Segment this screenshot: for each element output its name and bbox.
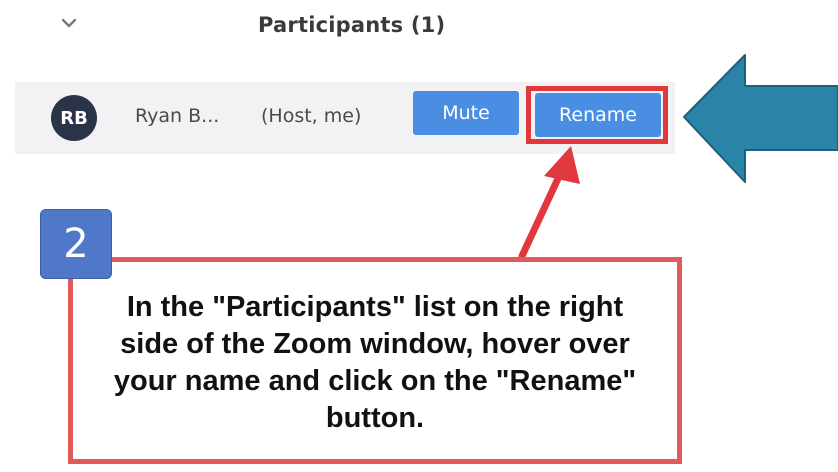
step-number-badge: 2 (40, 209, 112, 279)
instruction-text: In the "Participants" list on the right … (113, 290, 637, 434)
instruction-callout: In the "Participants" list on the right … (68, 257, 682, 464)
big-arrow-left-icon (683, 54, 838, 183)
tutorial-screenshot: Participants (1) RB Ryan B... (Host, me)… (0, 0, 838, 472)
arrow-up-icon (518, 146, 580, 260)
